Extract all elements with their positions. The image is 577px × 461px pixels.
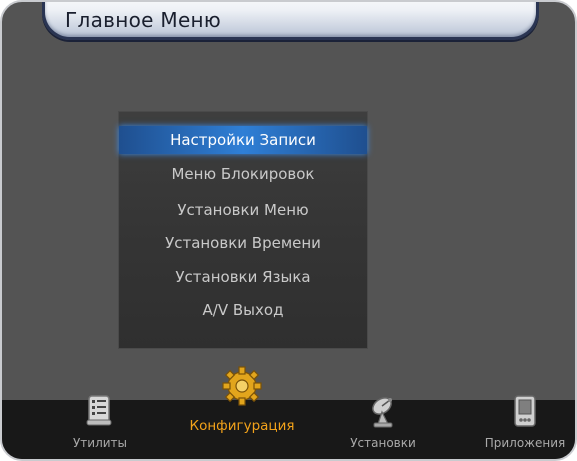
- installation-satellite-icon: [372, 397, 393, 428]
- tab-applications[interactable]: Приложения: [482, 394, 568, 454]
- applications-pda-icon: [514, 395, 536, 427]
- tab-installation-label: Установки: [350, 436, 416, 450]
- tab-utilities[interactable]: Утилиты: [60, 394, 140, 454]
- menu-item-av-output[interactable]: A/V Выход: [119, 296, 367, 324]
- tab-configuration-label: Конфигурация: [189, 418, 295, 434]
- page-title: Главное Меню: [65, 8, 222, 32]
- tab-utilities-label: Утилиты: [72, 436, 128, 450]
- utilities-icon: [86, 395, 112, 426]
- tab-installation[interactable]: Установки: [342, 394, 424, 454]
- menu-item-recording-settings[interactable]: Настройки Записи: [119, 126, 367, 154]
- menu-item-lock-menu[interactable]: Меню Блокировок: [119, 160, 367, 188]
- configuration-gear-icon: [222, 366, 262, 406]
- tab-applications-label: Приложения: [484, 436, 566, 450]
- tab-configuration[interactable]: Конфигурация: [180, 364, 304, 444]
- menu-item-time-settings[interactable]: Установки Времени: [119, 229, 367, 257]
- menu-item-menu-settings[interactable]: Установки Меню: [119, 196, 367, 224]
- main-menu-screen: Главное Меню Настройки Записи Меню Блоки…: [0, 0, 577, 461]
- settings-menu: Настройки Записи Меню Блокировок Установ…: [119, 112, 367, 348]
- menu-item-language-settings[interactable]: Установки Языка: [119, 263, 367, 291]
- title-bar: Главное Меню: [42, 2, 539, 40]
